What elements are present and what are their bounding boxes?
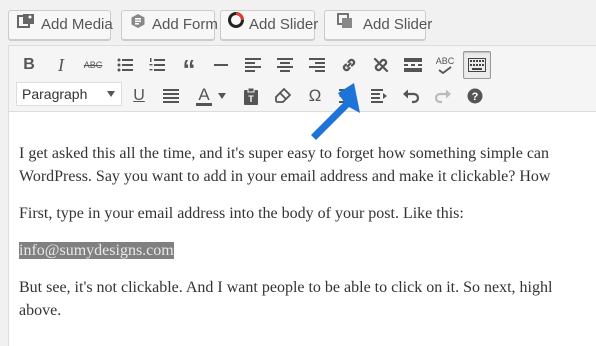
spellcheck-text: ABC [435, 55, 455, 66]
format-select[interactable]: Paragraph [16, 82, 122, 106]
add-slider-label: Add Slider [249, 16, 319, 33]
redo-button[interactable] [429, 82, 457, 110]
selected-email-text: info@sumydesigns.com [19, 242, 174, 259]
bold-icon: B [23, 56, 35, 73]
add-form-button[interactable]: Add Form [121, 10, 218, 40]
clear-formatting-icon [275, 88, 291, 103]
toolbar-toggle-button[interactable] [463, 51, 491, 79]
spellcheck-icon: ABC [435, 55, 455, 74]
form-icon [130, 11, 146, 39]
align-left-icon [245, 58, 261, 72]
text-color-letter: A [198, 85, 210, 104]
numbered-list-icon [149, 58, 165, 71]
undo-button[interactable] [397, 82, 425, 110]
clear-formatting-button[interactable] [269, 82, 297, 110]
underline-icon: U [133, 87, 145, 104]
text-color-icon: A [196, 86, 212, 106]
blockquote-icon: “ [182, 54, 196, 84]
editor-content[interactable]: I get asked this all the time, and it's … [19, 142, 596, 322]
horizontal-line-icon [214, 64, 228, 66]
paste-text-icon: T [244, 87, 258, 105]
help-icon: ? [467, 88, 483, 104]
paragraph-line: But see, it's not clickable. And I want … [19, 279, 553, 296]
help-button[interactable]: ? [461, 82, 489, 110]
undo-icon [403, 89, 419, 104]
caret-down-icon [218, 93, 226, 99]
spellcheck-button[interactable]: ABC [431, 51, 459, 79]
bold-button[interactable]: B [15, 51, 43, 79]
strikethrough-icon: ABC [83, 60, 103, 70]
insert-link-button[interactable] [335, 51, 363, 79]
paragraph: First, type in your email address into t… [19, 205, 464, 222]
numbered-list-button[interactable] [143, 51, 171, 79]
media-icon [17, 11, 35, 39]
paste-text-button[interactable]: T [237, 82, 265, 110]
align-right-button[interactable] [303, 51, 331, 79]
align-center-button[interactable] [271, 51, 299, 79]
annotation-arrow [311, 83, 360, 140]
add-media-button[interactable]: Add Media [8, 10, 113, 40]
svg-text:?: ? [472, 91, 479, 103]
bullet-list-icon [117, 58, 133, 72]
add-form-label: Add Form [152, 16, 218, 33]
add-slider-button-2[interactable]: Add Slider [324, 10, 432, 40]
justify-button[interactable] [157, 82, 185, 110]
indent-icon [371, 89, 387, 103]
remove-link-icon [373, 57, 389, 73]
bullet-list-button[interactable] [111, 51, 139, 79]
add-media-label: Add Media [41, 16, 113, 33]
chevron-down-icon [107, 91, 115, 97]
justify-icon [163, 89, 179, 103]
read-more-icon [404, 58, 422, 72]
italic-icon: I [58, 54, 64, 75]
redo-icon [435, 89, 451, 104]
horizontal-line-button[interactable] [207, 51, 235, 79]
align-center-icon [277, 58, 293, 72]
italic-button[interactable]: I [47, 51, 75, 79]
align-left-button[interactable] [239, 51, 267, 79]
slides-icon [337, 11, 353, 39]
text-color-button[interactable]: A [191, 82, 231, 110]
align-right-icon [309, 58, 325, 72]
blockquote-button[interactable]: “ [175, 51, 203, 84]
toolbar-toggle-icon [468, 58, 486, 72]
paragraph-line: WordPress. Say you want to add in your e… [19, 168, 551, 185]
slider-icon [227, 11, 245, 39]
add-slider-label-2: Add Slider [363, 16, 433, 33]
strikethrough-button[interactable]: ABC [79, 51, 107, 79]
svg-text:T: T [248, 94, 254, 104]
underline-button[interactable]: U [125, 82, 153, 110]
remove-link-button[interactable] [367, 51, 395, 79]
format-select-value: Paragraph [22, 86, 88, 102]
insert-link-icon [342, 58, 356, 72]
paragraph-line: above. [19, 302, 62, 319]
add-slider-button[interactable]: Add Slider [220, 10, 318, 40]
read-more-button[interactable] [399, 51, 427, 79]
